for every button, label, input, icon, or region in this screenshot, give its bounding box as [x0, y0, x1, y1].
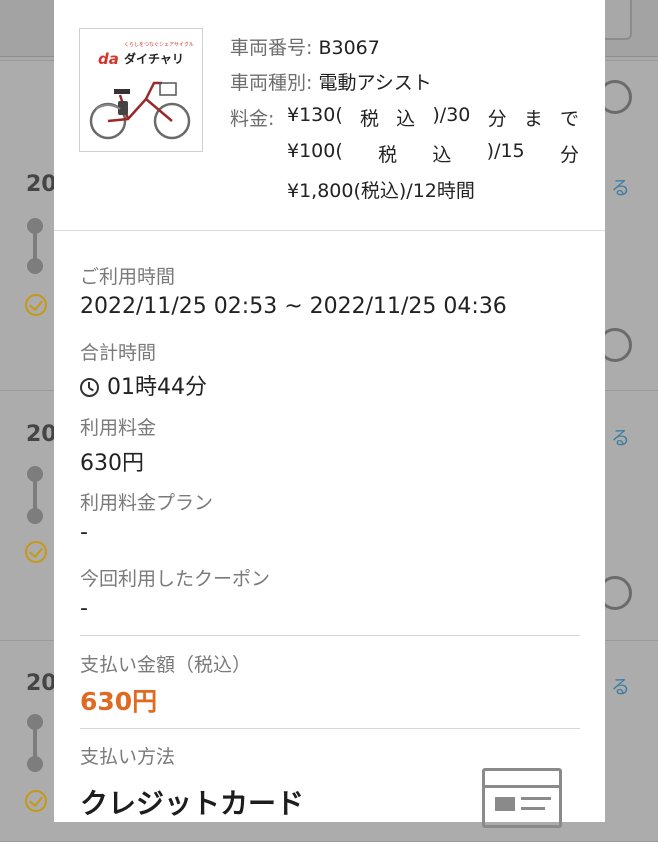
background-link: る	[610, 676, 630, 698]
logo-mark: da	[98, 50, 119, 68]
background-link: る	[610, 427, 630, 449]
credit-card-icon	[482, 768, 562, 828]
plan-label: 利用料金プラン	[80, 492, 214, 514]
usage-time-value: 2022/11/25 02:53 ~ 2022/11/25 04:36	[80, 294, 507, 319]
clock-icon	[80, 378, 99, 397]
fee-label: 利用料金	[80, 417, 157, 439]
price-line-1: ¥130( 税 込 )/30 分 ま で	[287, 104, 579, 130]
price-line-3: ¥1,800(税込)/12時間	[287, 180, 475, 202]
background-link: る	[610, 177, 630, 199]
logo-tagline: くらしをつなぐシェアサイクル	[124, 42, 194, 48]
logo-name: ダイチャリ	[124, 52, 184, 66]
payment-amount-label: 支払い金額（税込）	[80, 654, 252, 676]
divider	[80, 728, 580, 729]
timeline-line	[33, 726, 37, 760]
price-label-row: 料金:	[230, 104, 274, 131]
check-circle-icon	[25, 790, 47, 812]
payment-method-value: クレジットカード	[80, 787, 305, 820]
vehicle-number-label: 車両番号:	[230, 37, 313, 59]
timeline-dot	[27, 508, 43, 524]
vehicle-summary: くらしをつなぐシェアサイクル da ダイチャリ 車両番号: B3067 車両種別…	[54, 0, 605, 231]
coupon-label: 今回利用したクーポン	[80, 568, 271, 590]
ride-detail-modal: くらしをつなぐシェアサイクル da ダイチャリ 車両番号: B3067 車両種別…	[54, 0, 605, 828]
vehicle-type-row: 車両種別: 電動アシスト	[230, 68, 432, 95]
vehicle-number-value: B3067	[318, 37, 380, 59]
vehicle-thumbnail: くらしをつなぐシェアサイクル da ダイチャリ	[79, 28, 203, 152]
timeline-dot	[27, 756, 43, 772]
timeline-line	[33, 478, 37, 512]
price-label: 料金:	[230, 108, 275, 130]
background-year: 20	[26, 172, 57, 197]
bicycle-image	[89, 81, 191, 140]
background-year: 20	[26, 671, 57, 696]
total-time-label: 合計時間	[80, 342, 157, 364]
check-circle-icon	[25, 541, 47, 563]
total-time-value: 01時44分	[107, 375, 207, 400]
timeline-dot	[27, 258, 43, 274]
check-circle-icon	[25, 294, 47, 316]
divider	[80, 635, 580, 636]
payment-amount-value: 630円	[80, 687, 158, 716]
price-line-2: ¥100( 税 込 )/15 分	[287, 140, 579, 166]
background-year: 20	[26, 422, 57, 447]
vehicle-type-label: 車両種別:	[230, 72, 313, 94]
payment-method-label: 支払い方法	[80, 746, 176, 768]
total-time-row: 01時44分	[80, 369, 207, 401]
plan-value: -	[80, 520, 88, 545]
usage-time-label: ご利用時間	[80, 266, 176, 288]
coupon-value: -	[80, 596, 88, 621]
vehicle-type-value: 電動アシスト	[318, 72, 432, 94]
fee-value: 630円	[80, 451, 144, 476]
vehicle-number-row: 車両番号: B3067	[230, 33, 380, 60]
